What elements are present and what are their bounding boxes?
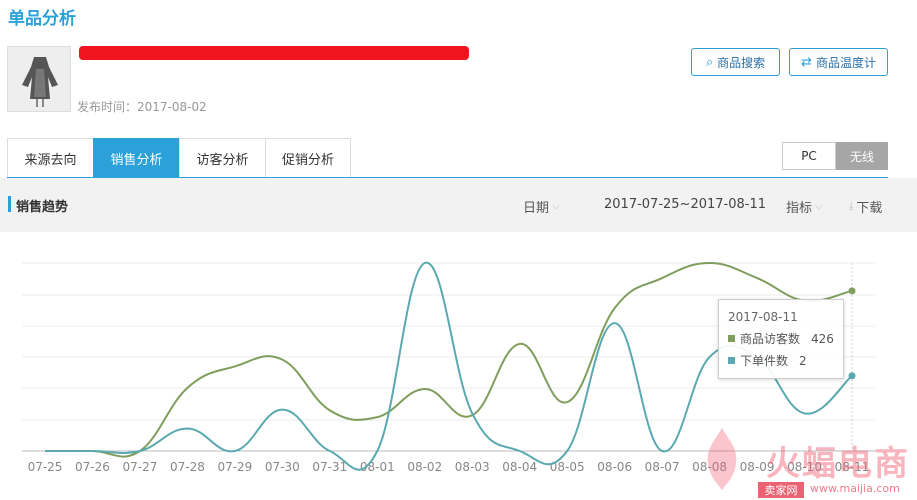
analysis-tabs: 来源去向 销售分析 访客分析 促销分析 [7, 138, 351, 178]
tab-promotion[interactable]: 促销分析 [265, 138, 351, 178]
publish-time: 发布时间：2017-08-02 [77, 100, 207, 114]
download-button[interactable]: ⤓ 下载 [849, 197, 882, 216]
tooltip-row-orders: 下单件数 2 [728, 352, 834, 369]
trend-title: 销售趋势 [16, 200, 69, 215]
product-thermometer-button[interactable]: ⇄ 商品温度计 [789, 48, 888, 76]
x-tick-label: 08-08 [692, 460, 727, 474]
swap-icon: ⇄ [801, 54, 812, 70]
x-tick-label: 08-04 [502, 460, 537, 474]
page-title: 单品分析 [8, 9, 76, 29]
chevron-down-icon: ⌵ [552, 201, 560, 212]
x-tick-label: 07-27 [123, 460, 158, 474]
x-tick-label: 07-31 [312, 460, 347, 474]
device-pc-button[interactable]: PC [782, 142, 836, 170]
tab-visitors[interactable]: 访客分析 [179, 138, 265, 178]
chart-tooltip: 2017-08-11 商品访客数 426 下单件数 2 [718, 299, 844, 379]
highlight-point [848, 287, 856, 295]
tooltip-label: 下单件数 [740, 354, 789, 368]
product-thermometer-label: 商品温度计 [815, 55, 876, 70]
x-tick-label: 08-06 [597, 460, 632, 474]
device-wireless-button[interactable]: 无线 [836, 142, 888, 170]
date-dropdown-label: 日期 [523, 201, 550, 216]
metric-dropdown-label: 指标 [786, 201, 813, 216]
download-icon: ⤓ [849, 201, 854, 212]
product-thumbnail[interactable] [7, 46, 71, 112]
product-search-button[interactable]: ⌕ 商品搜索 [691, 48, 780, 76]
series-swatch [728, 335, 735, 342]
x-tick-label: 08-03 [455, 460, 490, 474]
trend-title-marker [8, 196, 11, 212]
date-dropdown[interactable]: 日期 ⌵ [523, 197, 560, 216]
watermark-badge: 卖家网 [758, 482, 804, 498]
x-tick-label: 08-07 [645, 460, 680, 474]
watermark-text: 火蝠电商 [766, 444, 910, 484]
date-range: 2017-07-25~2017-08-11 [604, 197, 766, 212]
x-tick-label: 07-30 [265, 460, 300, 474]
device-toggle: PC 无线 [782, 142, 888, 170]
tab-source[interactable]: 来源去向 [7, 138, 93, 178]
series-swatch [728, 357, 735, 364]
x-tick-label: 08-02 [407, 460, 442, 474]
trend-header [0, 178, 917, 232]
metric-dropdown[interactable]: 指标 ⌵ [786, 197, 823, 216]
tooltip-value: 2 [799, 353, 807, 368]
watermark-url: www.maijia.com [810, 482, 900, 495]
download-label: 下载 [856, 201, 883, 216]
x-tick-label: 07-26 [75, 460, 110, 474]
redacted-product-title [79, 46, 469, 60]
highlight-point [848, 372, 856, 380]
search-icon: ⌕ [705, 54, 714, 70]
tooltip-date: 2017-08-11 [728, 310, 798, 324]
x-tick-label: 07-28 [170, 460, 205, 474]
x-tick-label: 07-29 [217, 460, 252, 474]
tooltip-label: 商品访客数 [740, 332, 801, 346]
chevron-down-icon: ⌵ [815, 201, 823, 212]
tooltip-row-visitors: 商品访客数 426 [728, 330, 834, 347]
tooltip-value: 426 [811, 331, 834, 346]
product-search-label: 商品搜索 [717, 55, 766, 70]
x-tick-label: 07-25 [28, 460, 63, 474]
tab-sales[interactable]: 销售分析 [93, 138, 179, 178]
